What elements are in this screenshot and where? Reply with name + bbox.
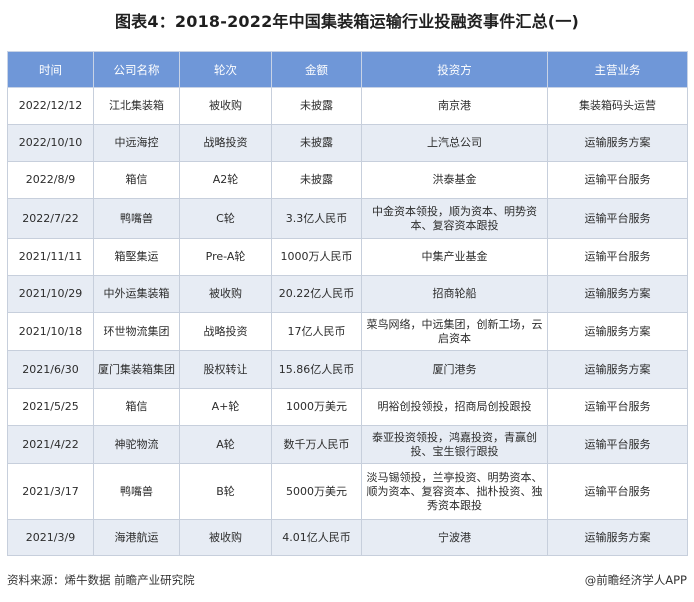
cell-investors: 宁波港: [361, 519, 548, 556]
table-row: 2022/12/12 江北集装箱 被收购 未披露 南京港 集装箱码头运营: [7, 87, 688, 125]
table-row: 2021/4/22 神驼物流 A轮 数千万人民币 泰亚投资领投，鸿嘉投资，青赢创…: [7, 425, 688, 464]
cell-business: 运输服务方案: [547, 312, 688, 351]
cell-amount: 未披露: [271, 161, 362, 199]
cell-company: 神驼物流: [93, 425, 180, 464]
cell-round: Pre-A轮: [179, 238, 272, 276]
cell-time: 2022/7/22: [7, 198, 94, 239]
brand-credit: @前瞻经济学人APP: [584, 573, 687, 587]
cell-time: 2021/3/17: [7, 463, 94, 520]
cell-amount: 1000万美元: [271, 388, 362, 426]
column-header-company: 公司名称: [93, 51, 180, 88]
cell-investors: 中集产业基金: [361, 238, 548, 276]
cell-round: 被收购: [179, 275, 272, 313]
cell-company: 鸭嘴兽: [93, 463, 180, 520]
cell-investors: 中金资本领投，顺为资本、明势资本、复容资本跟投: [361, 198, 548, 239]
cell-investors: 南京港: [361, 87, 548, 125]
cell-amount: 17亿人民币: [271, 312, 362, 351]
cell-business: 运输平台服务: [547, 425, 688, 464]
cell-business: 运输平台服务: [547, 388, 688, 426]
cell-amount: 3.3亿人民币: [271, 198, 362, 239]
cell-investors: 厦门港务: [361, 350, 548, 389]
cell-amount: 未披露: [271, 124, 362, 162]
table-row: 2022/8/9 箱信 A2轮 未披露 洪泰基金 运输平台服务: [7, 161, 688, 199]
cell-amount: 未披露: [271, 87, 362, 125]
cell-round: A2轮: [179, 161, 272, 199]
cell-investors: 洪泰基金: [361, 161, 548, 199]
table-row: 2021/10/29 中外运集装箱 被收购 20.22亿人民币 招商轮船 运输服…: [7, 275, 688, 313]
column-header-investors: 投资方: [361, 51, 548, 88]
cell-business: 运输服务方案: [547, 519, 688, 556]
cell-investors: 菜鸟网络，中远集团，创新工场，云启资本: [361, 312, 548, 351]
cell-investors: 淡马锡领投，兰亭投资、明势资本、顺为资本、复容资本、拙朴投资、独秀资本跟投: [361, 463, 548, 520]
cell-company: 中外运集装箱: [93, 275, 180, 313]
cell-round: 被收购: [179, 87, 272, 125]
cell-business: 运输平台服务: [547, 463, 688, 520]
cell-company: 环世物流集团: [93, 312, 180, 351]
cell-company: 中远海控: [93, 124, 180, 162]
cell-round: A轮: [179, 425, 272, 464]
cell-amount: 数千万人民币: [271, 425, 362, 464]
cell-business: 运输平台服务: [547, 161, 688, 199]
column-header-round: 轮次: [179, 51, 272, 88]
cell-investors: 上汽总公司: [361, 124, 548, 162]
cell-company: 海港航运: [93, 519, 180, 556]
cell-business: 运输服务方案: [547, 350, 688, 389]
cell-round: 战略投资: [179, 312, 272, 351]
cell-round: B轮: [179, 463, 272, 520]
cell-time: 2021/11/11: [7, 238, 94, 276]
cell-company: 江北集装箱: [93, 87, 180, 125]
cell-round: C轮: [179, 198, 272, 239]
cell-time: 2021/10/18: [7, 312, 94, 351]
chart-title: 图表4：2018-2022年中国集装箱运输行业投融资事件汇总(一): [114, 12, 580, 31]
cell-time: 2022/10/10: [7, 124, 94, 162]
cell-business: 运输服务方案: [547, 124, 688, 162]
table-row: 2022/7/22 鸭嘴兽 C轮 3.3亿人民币 中金资本领投，顺为资本、明势资…: [7, 198, 688, 239]
cell-time: 2021/5/25: [7, 388, 94, 426]
table-row: 2022/10/10 中远海控 战略投资 未披露 上汽总公司 运输服务方案: [7, 124, 688, 162]
cell-investors: 招商轮船: [361, 275, 548, 313]
cell-amount: 1000万人民币: [271, 238, 362, 276]
table-row: 2021/11/11 箱堅集运 Pre-A轮 1000万人民币 中集产业基金 运…: [7, 238, 688, 276]
cell-time: 2022/8/9: [7, 161, 94, 199]
source-note: 资料来源：烯牛数据 前瞻产业研究院: [7, 573, 195, 587]
cell-company: 鸭嘴兽: [93, 198, 180, 239]
column-header-amount: 金额: [271, 51, 362, 88]
cell-round: 股权转让: [179, 350, 272, 389]
column-header-time: 时间: [7, 51, 94, 88]
cell-investors: 泰亚投资领投，鸿嘉投资，青赢创投、宝生银行跟投: [361, 425, 548, 464]
cell-company: 箱信: [93, 161, 180, 199]
cell-company: 厦门集装箱集团: [93, 350, 180, 389]
cell-business: 运输服务方案: [547, 275, 688, 313]
cell-company: 箱堅集运: [93, 238, 180, 276]
cell-business: 集装箱码头运营: [547, 87, 688, 125]
table-row: 2021/6/30 厦门集装箱集团 股权转让 15.86亿人民币 厦门港务 运输…: [7, 350, 688, 389]
table-row: 2021/3/17 鸭嘴兽 B轮 5000万美元 淡马锡领投，兰亭投资、明势资本…: [7, 463, 688, 520]
cell-time: 2021/3/9: [7, 519, 94, 556]
cell-business: 运输平台服务: [547, 198, 688, 239]
cell-round: 战略投资: [179, 124, 272, 162]
table-row: 2021/10/18 环世物流集团 战略投资 17亿人民币 菜鸟网络，中远集团，…: [7, 312, 688, 351]
cell-amount: 15.86亿人民币: [271, 350, 362, 389]
cell-amount: 20.22亿人民币: [271, 275, 362, 313]
cell-time: 2022/12/12: [7, 87, 94, 125]
table-row: 2021/5/25 箱信 A+轮 1000万美元 明裕创投领投，招商局创投跟投 …: [7, 388, 688, 426]
cell-time: 2021/6/30: [7, 350, 94, 389]
cell-amount: 4.01亿人民币: [271, 519, 362, 556]
cell-investors: 明裕创投领投，招商局创投跟投: [361, 388, 548, 426]
table-row: 2021/3/9 海港航运 被收购 4.01亿人民币 宁波港 运输服务方案: [7, 519, 688, 556]
cell-business: 运输平台服务: [547, 238, 688, 276]
cell-company: 箱信: [93, 388, 180, 426]
cell-round: 被收购: [179, 519, 272, 556]
table-header-row: 时间 公司名称 轮次 金额 投资方 主营业务: [7, 51, 688, 88]
column-header-business: 主营业务: [547, 51, 688, 88]
cell-round: A+轮: [179, 388, 272, 426]
cell-amount: 5000万美元: [271, 463, 362, 520]
cell-time: 2021/10/29: [7, 275, 94, 313]
cell-time: 2021/4/22: [7, 425, 94, 464]
investment-events-table: 时间 公司名称 轮次 金额 投资方 主营业务 2022/12/12 江北集装箱 …: [7, 51, 688, 556]
